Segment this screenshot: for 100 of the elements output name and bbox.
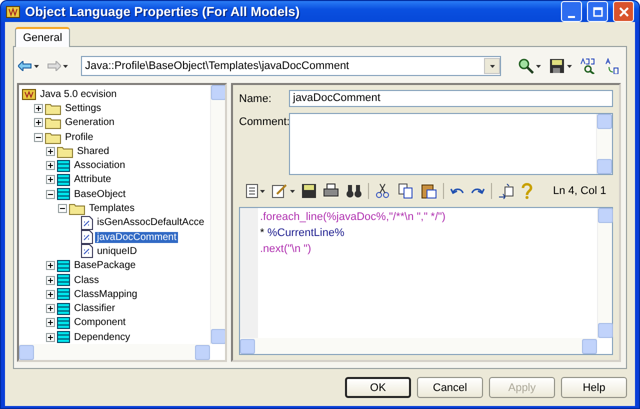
expand-icon[interactable] bbox=[34, 104, 43, 113]
maximize-button[interactable] bbox=[587, 1, 608, 22]
comment-field[interactable] bbox=[289, 113, 613, 175]
magnifier-icon bbox=[518, 58, 534, 74]
caret-icon bbox=[536, 64, 541, 68]
tree-item[interactable]: javaDocComment bbox=[95, 232, 178, 243]
close-icon bbox=[618, 6, 628, 16]
spell-check-button[interactable] bbox=[579, 56, 597, 76]
folder-icon bbox=[45, 102, 61, 115]
path-field[interactable]: Java::Profile\BaseObject\Templates\javaDocComment bbox=[81, 56, 501, 76]
expand-icon[interactable] bbox=[46, 304, 55, 314]
dialog-button[interactable]: Cancel bbox=[417, 377, 483, 398]
expand-icon[interactable] bbox=[46, 318, 55, 328]
minimize-icon bbox=[568, 16, 575, 18]
tree-item[interactable]: Templates bbox=[87, 203, 137, 214]
folder-icon bbox=[57, 144, 73, 158]
save-button[interactable] bbox=[548, 56, 573, 76]
window-title: Object Language Properties (For All Models) bbox=[25, 4, 301, 19]
folder-icon bbox=[45, 116, 61, 130]
expand-icon[interactable] bbox=[46, 175, 55, 184]
insert-button[interactable] bbox=[497, 181, 515, 201]
caret-icon bbox=[260, 190, 265, 192]
caret-icon bbox=[490, 64, 494, 68]
close-button[interactable] bbox=[613, 1, 634, 22]
tree-item[interactable]: ClassMapping bbox=[72, 288, 140, 300]
save-button[interactable] bbox=[301, 181, 317, 201]
expand-icon[interactable] bbox=[34, 118, 43, 128]
replace-icon bbox=[604, 58, 620, 74]
copy-icon bbox=[398, 183, 414, 199]
class-icon bbox=[57, 160, 70, 172]
class-icon bbox=[57, 302, 70, 315]
undo-icon bbox=[450, 186, 464, 196]
tree-item[interactable]: Profile bbox=[63, 132, 96, 143]
insert-icon bbox=[498, 183, 514, 199]
collapse-icon[interactable] bbox=[46, 190, 55, 199]
expand-icon[interactable] bbox=[46, 332, 55, 342]
tab[interactable]: General bbox=[15, 27, 70, 47]
find-button[interactable] bbox=[517, 56, 542, 76]
redo-icon bbox=[471, 186, 485, 196]
folder-icon bbox=[69, 202, 85, 216]
scissors-icon bbox=[375, 183, 391, 199]
class-icon bbox=[57, 174, 70, 186]
folder-icon bbox=[45, 130, 61, 144]
tree-item[interactable]: Attribute bbox=[72, 174, 114, 186]
tree-item[interactable]: Dependency bbox=[72, 332, 132, 343]
caret-icon bbox=[290, 190, 295, 192]
code-line: .next("\n ") bbox=[260, 242, 312, 257]
name-label: Name: bbox=[239, 92, 272, 105]
app-icon bbox=[6, 6, 20, 18]
expand-icon[interactable] bbox=[46, 276, 55, 284]
tree-item[interactable]: BasePackage bbox=[72, 260, 138, 272]
dropdown-button[interactable] bbox=[484, 58, 500, 74]
tree-item[interactable]: Java 5.0 ecvision bbox=[38, 88, 119, 100]
tree-item[interactable]: Association bbox=[72, 160, 128, 172]
template-icon bbox=[81, 244, 93, 258]
tree-item[interactable]: Class bbox=[72, 274, 102, 286]
dialog-button[interactable]: OK bbox=[345, 377, 411, 398]
expand-icon[interactable] bbox=[46, 161, 55, 170]
caret-icon bbox=[567, 64, 572, 68]
tree-item[interactable]: Settings bbox=[63, 102, 104, 114]
replace-button[interactable] bbox=[603, 56, 621, 76]
class-icon bbox=[57, 331, 70, 344]
class-icon bbox=[57, 260, 70, 272]
tree-item[interactable]: uniqueID bbox=[95, 246, 140, 257]
minimize-button[interactable] bbox=[561, 1, 582, 22]
back-arrow-icon bbox=[18, 61, 32, 71]
edit-icon bbox=[272, 183, 288, 199]
tree-item[interactable]: Generation bbox=[63, 117, 116, 128]
dialog-button[interactable]: Help bbox=[561, 377, 627, 398]
class-icon bbox=[57, 274, 70, 286]
model-icon bbox=[22, 88, 36, 100]
tree-item[interactable]: BaseObject bbox=[72, 188, 128, 200]
vertical-scrollbar[interactable] bbox=[596, 114, 612, 174]
class-icon bbox=[57, 316, 70, 329]
name-field[interactable]: javaDocComment bbox=[289, 90, 613, 107]
expand-icon[interactable] bbox=[46, 290, 55, 299]
template-icon bbox=[81, 230, 93, 244]
question-mark-icon bbox=[521, 183, 533, 199]
tree-item[interactable]: isGenAssocDefaultAcce bbox=[95, 217, 206, 228]
forward-arrow-icon bbox=[47, 61, 61, 71]
class-icon bbox=[57, 288, 70, 300]
collapse-icon[interactable] bbox=[58, 204, 67, 214]
spell-check-icon bbox=[580, 58, 596, 74]
expand-icon[interactable] bbox=[46, 261, 55, 270]
expand-icon[interactable] bbox=[46, 146, 55, 156]
horizontal-scrollbar[interactable] bbox=[240, 338, 597, 354]
cursor-position: Ln 4, Col 1 bbox=[553, 185, 606, 197]
horizontal-scrollbar[interactable] bbox=[19, 344, 210, 360]
vertical-scrollbar[interactable] bbox=[597, 208, 612, 338]
copy-button[interactable] bbox=[397, 181, 415, 201]
tree-item[interactable]: Classifier bbox=[72, 303, 118, 314]
code-editor[interactable]: .foreach_line(%javaDoc%,"/**\n "," */") * %CurrentLine% .next("\n ") bbox=[239, 207, 613, 356]
tree-item[interactable]: Component bbox=[72, 317, 128, 328]
caret-icon bbox=[63, 64, 68, 68]
collapse-icon[interactable] bbox=[34, 132, 43, 142]
tree-item[interactable]: Shared bbox=[75, 146, 112, 157]
printer-icon bbox=[323, 183, 339, 199]
vertical-scrollbar[interactable] bbox=[210, 85, 225, 344]
list-button[interactable] bbox=[245, 181, 266, 201]
cut-button[interactable] bbox=[374, 181, 392, 201]
